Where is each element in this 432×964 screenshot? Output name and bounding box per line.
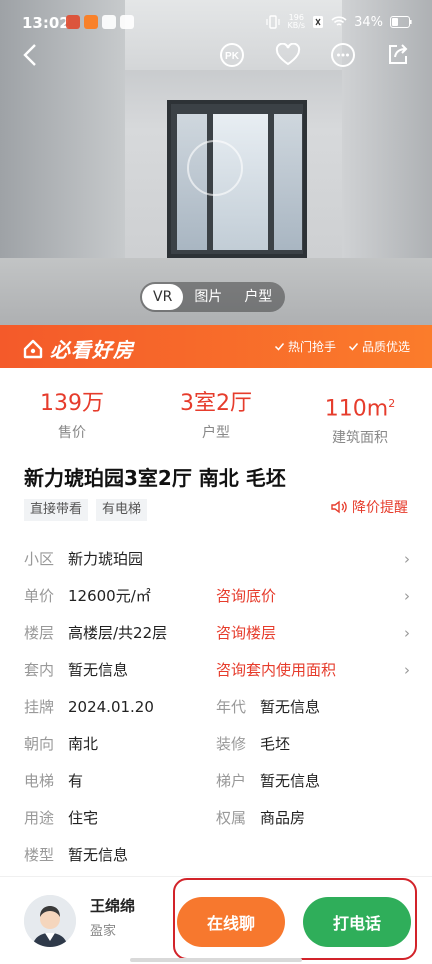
network-speed: 196 KB/s [287,13,306,30]
row-usage: 用途 住宅 权属 商品房 [24,809,306,827]
app-notification-icon [66,15,80,29]
chevron-right-icon: › [404,550,410,568]
consult-base-price-link[interactable]: 咨询底价 [216,578,276,615]
compare-pk-button[interactable]: PK [215,38,249,72]
vr-watermark-icon [187,140,243,196]
stat-price: 139万 售价 [40,391,104,441]
banner-title: 必看好房 [50,338,134,362]
agent-company: 盈家 [90,924,117,939]
tag-direct-viewing: 直接带看 [24,499,89,521]
consult-inner-area-link[interactable]: 咨询套内使用面积 [216,652,336,689]
message-button[interactable] [326,38,360,72]
speaker-icon [331,500,347,514]
back-arrow-icon [23,44,36,66]
chevron-right-icon: › [404,661,410,679]
app-notification-icon [102,15,116,29]
stat-layout: 3室2厅 户型 [180,391,252,441]
sim-icon [313,16,324,28]
share-icon [389,44,408,64]
agent-name: 王绵绵 [90,897,136,915]
vibrate-icon [266,15,281,29]
check-icon [348,343,359,351]
consult-floor-link[interactable]: 咨询楼层 [216,615,276,652]
battery-icon [390,16,412,28]
home-indicator[interactable] [130,958,302,962]
top-nav: PK [0,38,432,74]
chevron-right-icon: › [404,587,410,605]
must-see-banner: 必看好房 热门抢手 品质优选 [0,325,432,368]
stat-area: 110m2 建筑面积 [324,396,396,447]
chat-bubble-icon [331,43,355,67]
listing-title: 新力琥珀园3室2厅 南北 毛坯 [24,466,286,490]
battery-percent: 34% [354,14,383,30]
listing-photo[interactable]: 13:02 196 KB/s 34% PK VR 图片 户型 [0,0,432,325]
price-alert-button[interactable]: 降价提醒 [331,497,408,517]
details-list: 小区 新力琥珀园 › 单价 12600元/㎡ 咨询底价 › 楼层 高楼层/共22… [24,541,416,874]
agent-avatar[interactable] [24,895,76,947]
tab-floorplan[interactable]: 户型 [233,284,283,310]
tag-elevator: 有电梯 [96,499,148,521]
row-orientation: 朝向 南北 装修 毛坯 [24,735,291,753]
row-elevator: 电梯 有 梯户 暂无信息 [24,772,321,790]
chevron-right-icon: › [404,624,410,642]
row-unit-price[interactable]: 单价 12600元/㎡ 咨询底价 › [24,578,416,615]
house-logo-icon [23,339,43,358]
banner-tag-hot: 热门抢手 [274,338,336,355]
svg-text:PK: PK [225,51,240,62]
row-building-type: 楼型 暂无信息 [24,846,129,864]
check-icon [274,343,285,351]
row-floor[interactable]: 楼层 高楼层/共22层 咨询楼层 › [24,615,416,652]
listing-tags: 直接带看 有电梯 [24,499,148,521]
wifi-icon [331,16,347,26]
media-tabs: VR 图片 户型 [140,282,286,312]
highlight-annotation-box [173,878,417,960]
pk-icon: PK [220,43,244,67]
tab-vr[interactable]: VR [142,284,184,310]
share-button[interactable] [381,38,415,72]
key-stats: 139万 售价 3室2厅 户型 110m2 建筑面积 [0,390,432,447]
tab-photos[interactable]: 图片 [183,284,233,310]
row-community[interactable]: 小区 新力琥珀园 › [24,541,416,578]
status-time: 13:02 [22,14,70,32]
row-inner-area[interactable]: 套内 暂无信息 咨询套内使用面积 › [24,652,416,689]
app-notification-icon [120,15,134,29]
agent-portrait-icon [24,895,76,947]
row-listing-date: 挂牌 2024.01.20 年代 暂无信息 [24,698,321,716]
favorite-button[interactable] [271,38,305,72]
app-notification-icon [84,15,98,29]
banner-tag-quality: 品质优选 [348,338,410,355]
back-button[interactable] [14,38,48,72]
heart-icon [275,43,301,66]
